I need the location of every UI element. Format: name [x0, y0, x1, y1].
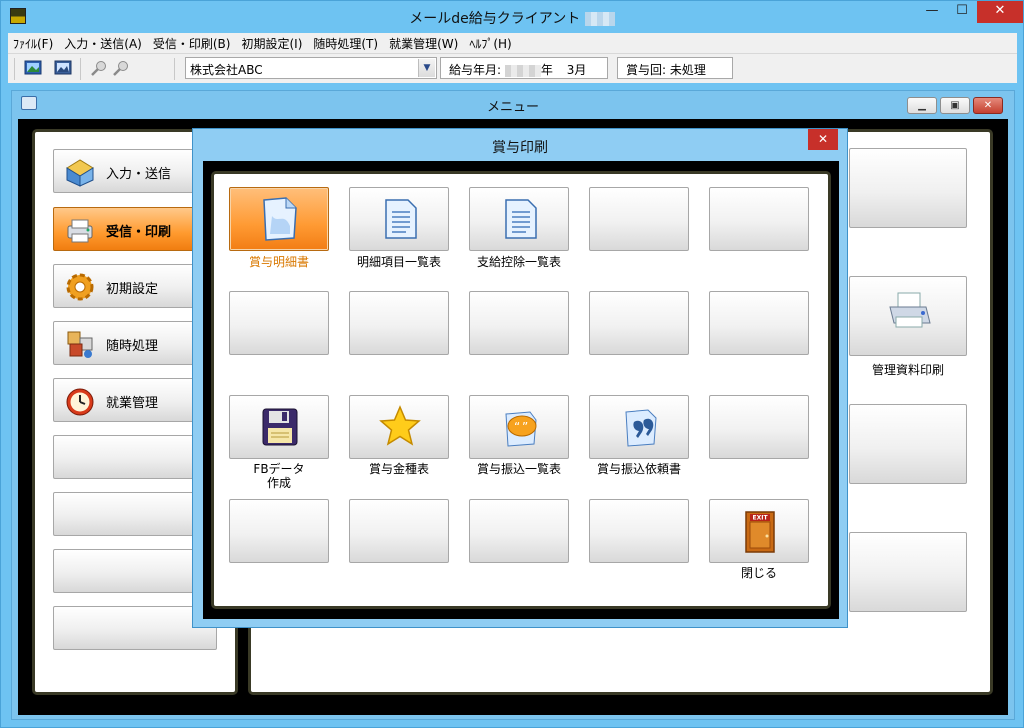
menu-tile-empty[interactable]: [849, 148, 967, 228]
star-icon: [379, 405, 421, 446]
empty-tile[interactable]: [709, 187, 809, 251]
menu-receive-print[interactable]: 受信・印刷(B): [148, 33, 237, 52]
sidebar-item-label: 入力・送信: [106, 167, 172, 182]
svg-text:“: “: [514, 420, 520, 434]
toolbar-separator: [14, 58, 15, 80]
menu-initial-settings[interactable]: 初期設定(I): [236, 33, 308, 52]
close-dialog-label: 閉じる: [740, 566, 777, 580]
exit-door-icon: EXIT: [745, 511, 775, 553]
dialog-close-button[interactable]: ✕: [808, 129, 838, 150]
close-button[interactable]: ✕: [977, 1, 1023, 23]
sidebar-item-label: 受信・印刷: [106, 225, 172, 240]
bonus-round-field: 賞与回: 未処理: [617, 57, 733, 79]
zoom-in-icon[interactable]: [90, 60, 108, 76]
child-restore-button[interactable]: ▣: [940, 97, 970, 114]
empty-tile[interactable]: [709, 395, 809, 459]
pay-month-year-suffix: 年: [540, 63, 553, 77]
payment-deduction-list-label: 支給控除一覧表: [476, 255, 561, 269]
redacted-text: [584, 12, 615, 26]
sidebar-item-label: 初期設定: [106, 282, 159, 297]
print-management-button[interactable]: [849, 276, 967, 356]
company-select[interactable]: 株式会社ABC ▼: [185, 57, 437, 79]
chevron-down-icon[interactable]: ▼: [418, 59, 435, 77]
window-title: メールde給与クライアント: [409, 11, 581, 27]
empty-tile[interactable]: [229, 499, 329, 563]
bonus-print-dialog: 賞与印刷 ✕ 賞与明細書 明細項目一覧表 支給控除一覧表 FBデータ 作成 賞与…: [192, 128, 848, 628]
empty-tile[interactable]: [349, 291, 449, 355]
pay-month-field: 給与年月: 年 3月: [440, 57, 608, 79]
pay-month-label: 給与年月:: [449, 63, 502, 77]
title-bar: メールde給与クライアント — ☐ ✕: [1, 1, 1023, 33]
settings-gear-icon: [66, 273, 94, 301]
child-close-button[interactable]: ✕: [973, 97, 1003, 114]
dialog-title: 賞与印刷: [492, 140, 548, 156]
dialog-body: 賞与明細書 明細項目一覧表 支給控除一覧表 FBデータ 作成 賞与金種表 “ ”…: [203, 161, 839, 619]
close-dialog-button[interactable]: EXIT: [709, 499, 809, 563]
photo-icon[interactable]: [24, 60, 42, 76]
minimize-button[interactable]: —: [917, 1, 947, 23]
empty-tile[interactable]: [589, 291, 689, 355]
alarm-clock-icon: [66, 388, 94, 416]
sidebar-item-label: 就業管理: [106, 396, 159, 411]
menu-input-send[interactable]: 入力・送信(A): [59, 33, 148, 52]
redacted-year: [504, 64, 541, 77]
menu-tile-empty[interactable]: [849, 532, 967, 612]
document-list-icon: [385, 199, 417, 239]
maximize-button[interactable]: ☐: [947, 1, 977, 23]
bonus-denomination-label: 賞与金種表: [368, 462, 429, 476]
empty-tile[interactable]: [589, 187, 689, 251]
menu-tile-empty[interactable]: [849, 404, 967, 484]
detail-items-list-label: 明細項目一覧表: [356, 255, 441, 269]
sidebar-item-label: 随時処理: [106, 339, 159, 354]
empty-tile[interactable]: [709, 291, 809, 355]
payment-deduction-list-button[interactable]: [469, 187, 569, 251]
receive-print-icon: [67, 219, 93, 243]
menu-bar: ﾌｧｲﾙ(F) 入力・送信(A) 受信・印刷(B) 初期設定(I) 随時処理(T) 就業管…: [8, 33, 1017, 53]
empty-tile[interactable]: [229, 291, 329, 355]
menu-ad-hoc[interactable]: 随時処理(T): [308, 33, 384, 52]
bonus-transfer-list-label: 賞与振込一覧表: [476, 462, 561, 476]
dialog-panel: 賞与明細書 明細項目一覧表 支給控除一覧表 FBデータ 作成 賞与金種表 “ ”…: [211, 171, 831, 609]
pay-month-value: 3月: [566, 63, 587, 77]
empty-tile[interactable]: [469, 291, 569, 355]
floppy-disk-icon: [262, 408, 298, 446]
svg-text:”: ”: [522, 420, 528, 434]
bonus-statement-label: 賞与明細書: [248, 255, 309, 269]
bonus-transfer-request-button[interactable]: [589, 395, 689, 459]
fb-data-create-button[interactable]: [229, 395, 329, 459]
bonus-round-label: 賞与回: 未処理: [626, 63, 706, 77]
empty-tile[interactable]: [589, 499, 689, 563]
menu-window-title: メニュー: [486, 100, 539, 115]
process-boxes-icon: [67, 331, 93, 358]
fb-data-create-label: FBデータ 作成: [253, 462, 305, 490]
bonus-transfer-list-button[interactable]: “”: [469, 395, 569, 459]
detail-items-list-button[interactable]: [349, 187, 449, 251]
menu-file[interactable]: ﾌｧｲﾙ(F): [8, 33, 59, 52]
toolbar-separator: [80, 58, 81, 80]
zoom-out-icon[interactable]: [112, 60, 130, 76]
child-minimize-button[interactable]: ▁: [907, 97, 937, 114]
toolbar: 株式会社ABC ▼ 給与年月: 年 3月 賞与回: 未処理: [8, 53, 1017, 83]
empty-tile[interactable]: [469, 499, 569, 563]
company-select-value: 株式会社ABC: [190, 63, 263, 77]
empty-tile[interactable]: [349, 499, 449, 563]
input-send-icon: [66, 159, 94, 187]
quote-bubble-icon: “”: [505, 411, 537, 447]
menu-help[interactable]: ﾍﾙﾌﾟ(H): [464, 33, 517, 52]
menu-attendance[interactable]: 就業管理(W): [384, 33, 464, 52]
bonus-statement-button[interactable]: [229, 187, 329, 251]
print-management-label: 管理資料印刷: [871, 363, 944, 377]
document-icon: [263, 197, 297, 241]
toolbar-separator: [174, 58, 175, 80]
exit-sign: EXIT: [753, 515, 769, 522]
main-window: メールde給与クライアント — ☐ ✕ ﾌｧｲﾙ(F) 入力・送信(A) 受信・印刷…: [0, 0, 1024, 728]
document-list-icon: [505, 199, 537, 239]
quote-document-icon: [625, 409, 657, 447]
printer-icon: [889, 292, 931, 328]
picture-icon[interactable]: [54, 60, 72, 76]
bonus-denomination-button[interactable]: [349, 395, 449, 459]
bonus-transfer-request-label: 賞与振込依頼書: [596, 462, 681, 476]
